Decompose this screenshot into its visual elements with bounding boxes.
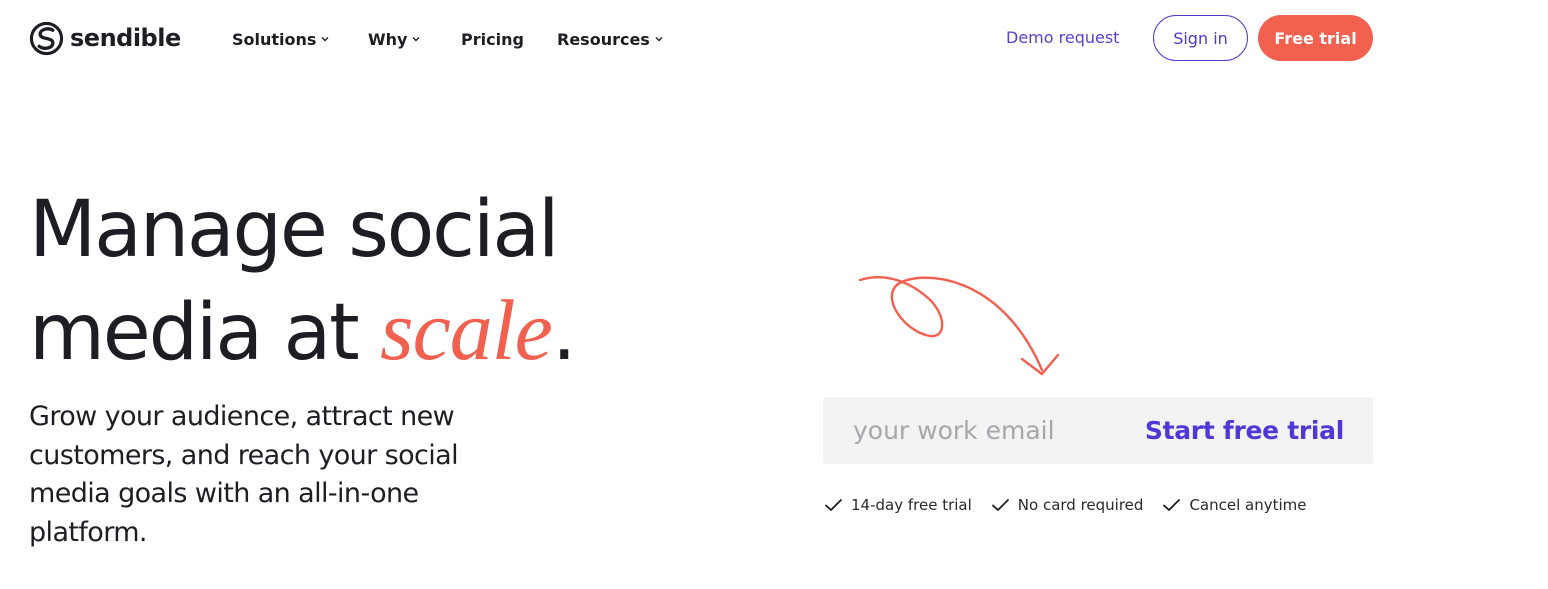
nav-solutions[interactable]: Solutions xyxy=(232,28,329,50)
hero-title: Manage social media at scale. xyxy=(29,180,577,383)
demo-request-link[interactable]: Demo request xyxy=(1006,28,1119,47)
logo-wordmark: sendible xyxy=(70,24,181,52)
sendible-s-logo-icon xyxy=(29,21,64,56)
perk-item: No card required xyxy=(991,496,1144,514)
signup-form: Start free trial xyxy=(823,397,1373,464)
chevron-down-icon xyxy=(321,35,329,43)
signup-perks: 14-day free trial No card required Cance… xyxy=(824,494,1326,516)
nav-resources[interactable]: Resources xyxy=(557,28,663,50)
hero-subtitle: Grow your audience, attract new customer… xyxy=(29,401,459,548)
perk-label: No card required xyxy=(1017,496,1144,514)
chevron-down-icon xyxy=(412,35,420,43)
nav-label: Solutions xyxy=(232,29,317,49)
nav-label: Resources xyxy=(557,29,650,49)
work-email-input[interactable] xyxy=(823,397,1153,464)
checkmark-icon xyxy=(1162,497,1181,513)
nav-why[interactable]: Why xyxy=(368,28,420,50)
hero-title-line2: media at xyxy=(29,288,381,378)
perk-label: 14-day free trial xyxy=(851,496,972,514)
site-header: sendible Solutions Why Pricing Resources… xyxy=(0,0,1548,78)
sign-in-button[interactable]: Sign in xyxy=(1153,15,1248,61)
curly-arrow-down-icon xyxy=(850,268,1080,388)
perk-item: 14-day free trial xyxy=(824,496,972,514)
nav-label: Pricing xyxy=(461,29,524,49)
hero-title-line1: Manage social xyxy=(29,185,560,275)
sendible-logo-link[interactable]: sendible xyxy=(29,20,181,56)
chevron-down-icon xyxy=(655,35,663,43)
perk-label: Cancel anytime xyxy=(1189,496,1307,514)
free-trial-button[interactable]: Free trial xyxy=(1258,15,1373,61)
start-free-trial-button[interactable]: Start free trial xyxy=(1145,397,1344,464)
perk-item: Cancel anytime xyxy=(1162,496,1307,514)
checkmark-icon xyxy=(824,497,843,513)
nav-pricing[interactable]: Pricing xyxy=(461,28,524,50)
nav-label: Why xyxy=(368,29,408,49)
hero-title-accent: scale xyxy=(380,282,553,378)
hero-title-period: . xyxy=(551,288,577,378)
checkmark-icon xyxy=(991,497,1010,513)
